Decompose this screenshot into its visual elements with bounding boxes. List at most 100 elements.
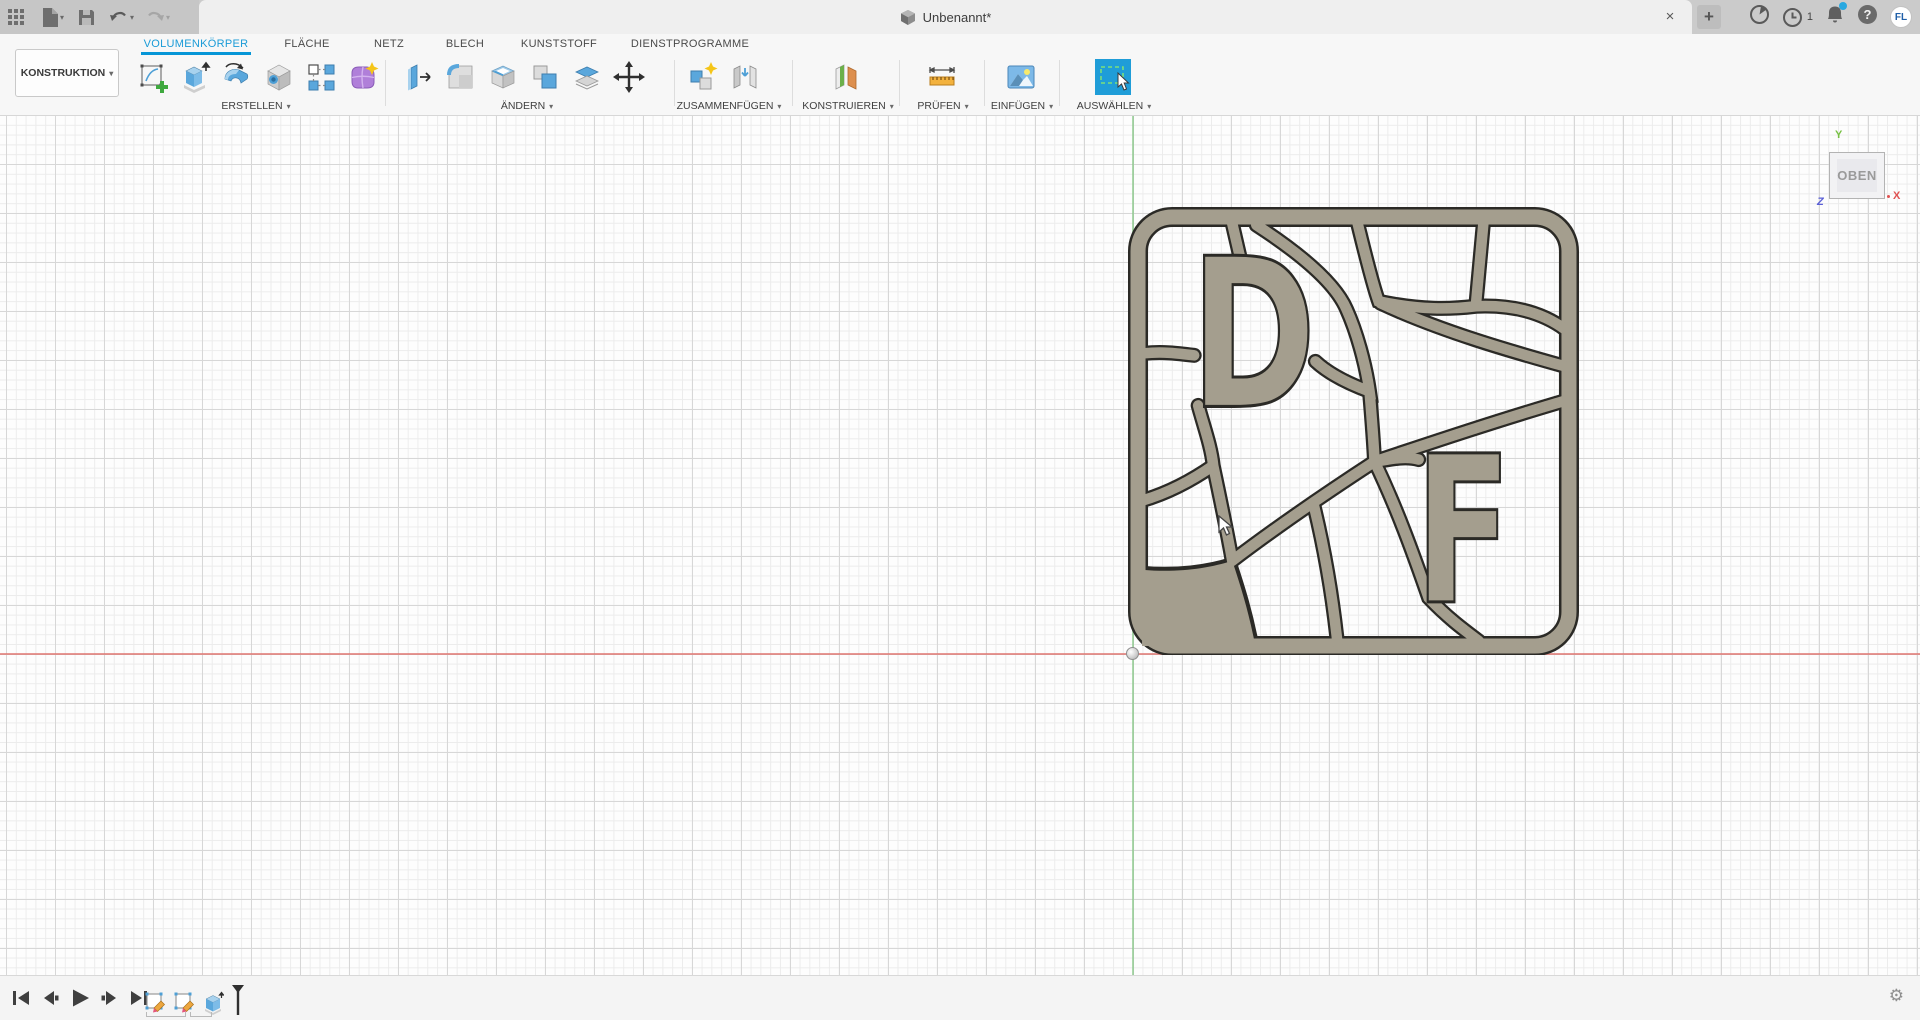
- create-sketch-icon[interactable]: [136, 60, 169, 93]
- group-label-konstruieren[interactable]: KONSTRUIEREN▾: [802, 100, 893, 112]
- timeline-group-bracket: [146, 1012, 186, 1017]
- group-erstellen-icons: [136, 60, 379, 93]
- measure-icon[interactable]: [925, 60, 958, 93]
- titlebar-app-icons: ▾ ▾ ▾: [0, 0, 199, 34]
- viewcube-face-label[interactable]: OBEN: [1837, 168, 1877, 183]
- konstruktion-label: KONSTRUKTION: [21, 67, 106, 79]
- group-auswaehlen-icons: [1094, 58, 1132, 96]
- job-status-icon[interactable]: [1782, 7, 1803, 28]
- tab-netz[interactable]: NETZ: [374, 38, 404, 50]
- select-icon[interactable]: [1094, 58, 1132, 96]
- timeline-position-marker[interactable]: [231, 985, 245, 1020]
- caret-down-icon: ▾: [777, 102, 781, 111]
- konstruktion-dropdown[interactable]: KONSTRUKTION ▾: [15, 49, 119, 97]
- axis-x-label: X: [1893, 190, 1900, 202]
- new-tab-button[interactable]: +: [1697, 5, 1721, 29]
- construction-plane-icon[interactable]: [830, 60, 863, 93]
- group-separator: [1059, 60, 1060, 106]
- mouse-cursor: [1218, 515, 1238, 537]
- caret-down-icon: ▾: [890, 102, 894, 111]
- viewcube[interactable]: OBEN: [1829, 152, 1885, 199]
- tab-kunststoff[interactable]: KUNSTSTOFF: [521, 38, 597, 50]
- hole-icon[interactable]: [262, 60, 295, 93]
- press-pull-icon[interactable]: [402, 60, 435, 93]
- model-letter-d: D: [1190, 213, 1316, 455]
- active-tab-underline: [141, 52, 251, 55]
- notification-bell-icon[interactable]: [1825, 4, 1845, 30]
- group-einfuegen-icons: [1004, 60, 1037, 93]
- extrude-icon[interactable]: [178, 60, 211, 93]
- timeline-settings-gear-icon[interactable]: ⚙: [1889, 986, 1904, 1006]
- avatar[interactable]: FL: [1890, 6, 1912, 28]
- help-icon[interactable]: ?: [1857, 4, 1878, 30]
- group-zusammenfuegen-icons: [686, 60, 761, 93]
- caret-down-icon: ▾: [1049, 102, 1053, 111]
- play-button[interactable]: [68, 986, 92, 1015]
- group-separator: [792, 60, 793, 106]
- group-label-auswaehlen[interactable]: AUSWÄHLEN▾: [1077, 100, 1152, 112]
- group-konstruieren-icons: [830, 60, 863, 93]
- svg-text:?: ?: [1864, 7, 1872, 22]
- group-aendern-icons: [402, 60, 645, 93]
- group-separator: [674, 60, 675, 106]
- group-separator: [984, 60, 985, 106]
- create-form-icon[interactable]: [346, 60, 379, 93]
- joint-icon[interactable]: [728, 60, 761, 93]
- group-label-zusammenfuegen[interactable]: ZUSAMMENFÜGEN▾: [677, 100, 782, 112]
- titlebar: ▾ ▾ ▾ Unbenannt* × +: [0, 0, 1920, 34]
- notification-dot: [1839, 2, 1847, 10]
- rectangular-pattern-icon[interactable]: [304, 60, 337, 93]
- job-status-count: 1: [1807, 11, 1813, 23]
- timeline-group-bracket: [190, 1012, 212, 1017]
- x-axis-line: [0, 653, 1920, 655]
- split-body-icon[interactable]: [570, 60, 603, 93]
- extensions-icon[interactable]: [1749, 4, 1770, 30]
- group-pruefen-icons: [925, 60, 958, 93]
- combine-icon[interactable]: [528, 60, 561, 93]
- caret-down-icon: ▾: [1147, 102, 1151, 111]
- axis-z-label: Z: [1817, 196, 1824, 208]
- close-tab-icon[interactable]: ×: [1660, 7, 1680, 27]
- group-label-einfuegen[interactable]: EINFÜGEN▾: [991, 100, 1053, 112]
- tab-blech[interactable]: BLECH: [446, 38, 484, 50]
- fillet-icon[interactable]: [444, 60, 477, 93]
- group-label-aendern[interactable]: ÄNDERN▾: [501, 100, 553, 112]
- tab-volumenkoerper[interactable]: VOLUMENKÖRPER: [144, 38, 249, 50]
- file-menu-icon[interactable]: ▾: [42, 8, 64, 27]
- revolve-icon[interactable]: [220, 60, 253, 93]
- konstruktion-caret-icon: ▾: [109, 69, 113, 78]
- axis-y-label: Y: [1835, 129, 1842, 141]
- go-to-start-button[interactable]: [10, 986, 32, 1015]
- save-icon[interactable]: [78, 9, 95, 26]
- undo-caret-icon[interactable]: ▾: [130, 13, 134, 22]
- document-title: Unbenannt*: [923, 10, 992, 25]
- group-separator: [899, 60, 900, 106]
- model-letter-f: F: [1415, 413, 1512, 651]
- tab-flaeche[interactable]: FLÄCHE: [284, 38, 329, 50]
- document-tab[interactable]: Unbenannt* ×: [199, 0, 1692, 34]
- timeline-bar: ⚙: [0, 975, 1920, 1020]
- app-grid-icon[interactable]: [8, 9, 24, 25]
- tab-dienstprogramme[interactable]: DIENSTPROGRAMME: [631, 38, 749, 50]
- step-back-button[interactable]: [39, 986, 61, 1015]
- caret-down-icon: ▾: [549, 102, 553, 111]
- file-menu-caret-icon[interactable]: ▾: [60, 13, 64, 22]
- viewport[interactable]: D F OBEN Y X Z: [0, 116, 1920, 975]
- axis-x-dot: [1887, 195, 1890, 198]
- caret-down-icon: ▾: [287, 102, 291, 111]
- insert-image-icon[interactable]: [1004, 60, 1037, 93]
- redo-icon[interactable]: ▾: [145, 9, 170, 25]
- group-separator: [385, 60, 386, 106]
- step-forward-button[interactable]: [99, 986, 121, 1015]
- ribbon-toolbar: VOLUMENKÖRPER FLÄCHE NETZ BLECH KUNSTSTO…: [0, 34, 1920, 116]
- model-body[interactable]: D F: [1128, 203, 1580, 655]
- move-icon[interactable]: [612, 60, 645, 93]
- new-component-icon[interactable]: [686, 60, 719, 93]
- group-label-erstellen[interactable]: ERSTELLEN▾: [221, 100, 290, 112]
- undo-icon[interactable]: ▾: [109, 9, 134, 25]
- group-label-pruefen[interactable]: PRÜFEN▾: [917, 100, 968, 112]
- caret-down-icon: ▾: [965, 102, 969, 111]
- redo-caret-icon[interactable]: ▾: [166, 13, 170, 22]
- document-cube-icon: [900, 10, 916, 25]
- shell-icon[interactable]: [486, 60, 519, 93]
